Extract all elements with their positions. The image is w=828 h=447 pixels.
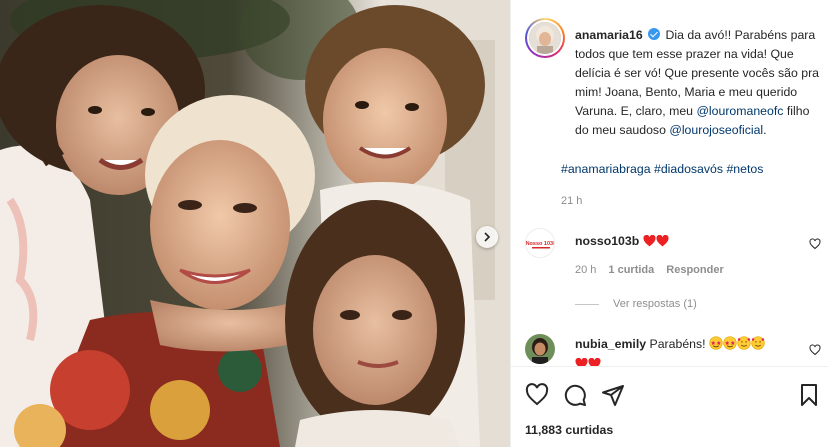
likes-label: curtidas xyxy=(565,423,614,437)
hashtag-link[interactable]: #anamariabraga xyxy=(561,162,651,176)
comment-bubble-icon[interactable] xyxy=(563,383,587,407)
red-heart-icon xyxy=(575,357,588,366)
like-heart-icon[interactable] xyxy=(525,383,549,407)
mention-link-1[interactable]: @louromaneofc xyxy=(696,104,783,118)
post-caption: anamaria16 Dia da avó!! Parabéns para to… xyxy=(575,26,825,140)
comment-text: nosso103b xyxy=(575,232,795,252)
red-heart-icon xyxy=(656,234,669,252)
comment-time[interactable]: 20 h xyxy=(575,264,596,276)
carousel-next-button[interactable] xyxy=(476,226,498,248)
smiling-hearts-emoji-icon xyxy=(751,336,765,355)
post-timestamp[interactable]: 21 h xyxy=(561,195,582,207)
post-photo[interactable] xyxy=(0,0,510,447)
author-username[interactable]: anamaria16 xyxy=(575,28,643,42)
red-heart-icon xyxy=(643,234,656,252)
family-photo-image xyxy=(0,0,510,447)
commenter-username[interactable]: nubia_emily xyxy=(575,337,646,351)
comment-text: nubia_emily Parabéns! xyxy=(575,335,795,366)
star-struck-emoji-icon xyxy=(723,336,737,355)
share-paper-plane-icon[interactable] xyxy=(601,383,625,407)
svg-text:Nosso 103b: Nosso 103b xyxy=(526,241,555,247)
comment-body: Parabéns! xyxy=(649,337,706,351)
verified-badge-icon xyxy=(648,28,661,40)
likes-count: 11,883 xyxy=(525,423,562,437)
replies-divider-line xyxy=(575,303,599,305)
commenter-avatar[interactable] xyxy=(525,334,555,364)
see-replies-label: Ver respostas (1) xyxy=(613,298,697,310)
save-bookmark-icon[interactable] xyxy=(797,383,821,407)
nubia-avatar-image xyxy=(525,334,555,364)
author-avatar-image xyxy=(529,22,561,54)
star-struck-emoji-icon xyxy=(709,336,723,355)
like-comment-heart-icon[interactable] xyxy=(809,238,821,250)
commenter-avatar[interactable]: Nosso 103b xyxy=(525,228,555,258)
comment-likes[interactable]: 1 curtida xyxy=(608,264,654,276)
likes-summary[interactable]: 11,883 curtidas xyxy=(525,423,613,437)
comment-item: nubia_emily Parabéns! xyxy=(525,334,825,366)
caption-text-3: . xyxy=(763,123,767,137)
commenter-username[interactable]: nosso103b xyxy=(575,234,639,248)
mention-link-2[interactable]: @lourojoseoficial xyxy=(669,123,763,137)
hashtag-link[interactable]: #netos xyxy=(726,162,763,176)
chevron-right-icon xyxy=(484,232,491,242)
hashtag-list: #anamariabraga #diadosavós #netos xyxy=(561,162,763,176)
hashtag-link[interactable]: #diadosavós xyxy=(654,162,723,176)
red-heart-icon xyxy=(588,357,601,366)
nosso103b-logo-icon: Nosso 103b xyxy=(526,229,555,257)
smiling-hearts-emoji-icon xyxy=(737,336,751,355)
author-avatar[interactable] xyxy=(525,18,565,58)
like-comment-heart-icon[interactable] xyxy=(809,344,821,356)
comment-meta: 20 h 1 curtida Responder xyxy=(575,264,724,276)
post-action-bar xyxy=(525,383,821,407)
comment-item: Nosso 103b nosso103b 20 h 1 curtida Resp… xyxy=(525,228,825,288)
see-replies-button[interactable]: Ver respostas (1) xyxy=(575,298,697,310)
actions-divider xyxy=(511,366,828,367)
reply-button[interactable]: Responder xyxy=(666,264,723,276)
post-side-panel: anamaria16 Dia da avó!! Parabéns para to… xyxy=(510,0,828,447)
